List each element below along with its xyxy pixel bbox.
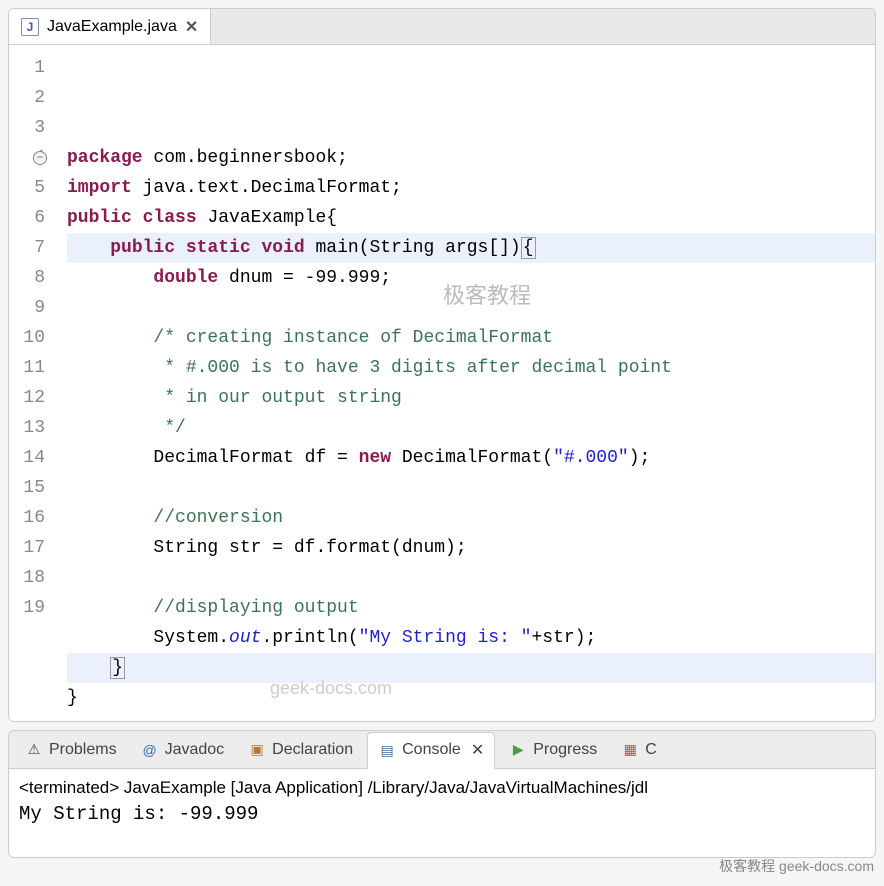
tab-label: Declaration — [272, 741, 353, 759]
console-icon: ▤ — [378, 741, 396, 759]
code-line[interactable]: * in our output string — [67, 383, 875, 413]
code-line[interactable]: //conversion — [67, 503, 875, 533]
tab-progress[interactable]: ▶ Progress — [499, 731, 607, 768]
code-line[interactable]: import java.text.DecimalFormat; — [67, 173, 875, 203]
tab-problems[interactable]: ⚠ Problems — [15, 731, 127, 768]
console-output: My String is: -99.999 — [19, 801, 865, 827]
tab-console[interactable]: ▤ Console ✕ — [367, 732, 495, 769]
code-line[interactable]: } — [67, 683, 875, 713]
bottom-tab-bar: ⚠ Problems @ Javadoc ▣ Declaration ▤ Con… — [9, 731, 875, 769]
problems-icon: ⚠ — [25, 741, 43, 759]
code-line[interactable]: */ — [67, 413, 875, 443]
code-line[interactable] — [67, 293, 875, 323]
tab-label: C — [645, 741, 657, 759]
code-line[interactable] — [67, 563, 875, 593]
code-line[interactable]: public class JavaExample{ — [67, 203, 875, 233]
javadoc-icon: @ — [141, 741, 159, 759]
code-line[interactable]: } — [67, 653, 875, 683]
code-line[interactable]: DecimalFormat df = new DecimalFormat("#.… — [67, 443, 875, 473]
code-line[interactable]: String str = df.format(dnum); — [67, 533, 875, 563]
tab-label: Progress — [533, 741, 597, 759]
tab-javadoc[interactable]: @ Javadoc — [131, 731, 235, 768]
code-area[interactable]: 1234−5678910111213141516171819 极客教程 pack… — [9, 45, 875, 721]
tab-label: Javadoc — [165, 741, 225, 759]
close-icon[interactable]: ✕ — [471, 740, 484, 760]
console-status: <terminated> JavaExample [Java Applicati… — [19, 775, 865, 801]
fold-toggle-icon[interactable]: − — [33, 151, 47, 165]
tab-declaration[interactable]: ▣ Declaration — [238, 731, 363, 768]
declaration-icon: ▣ — [248, 741, 266, 759]
code-line[interactable]: //displaying output — [67, 593, 875, 623]
code-content[interactable]: 极客教程 package com.beginnersbook;import ja… — [53, 45, 875, 721]
watermark-text: 极客教程 geek-docs.com — [719, 856, 874, 876]
tab-label: Problems — [49, 741, 117, 759]
tab-coverage[interactable]: ▦ C — [611, 731, 667, 768]
code-line[interactable]: * #.000 is to have 3 digits after decima… — [67, 353, 875, 383]
tab-label: Console — [402, 741, 461, 759]
code-line[interactable]: /* creating instance of DecimalFormat — [67, 323, 875, 353]
progress-icon: ▶ — [509, 741, 527, 759]
code-line[interactable]: double dnum = -99.999; — [67, 263, 875, 293]
java-file-icon: J — [21, 18, 39, 36]
editor-tab-filename: JavaExample.java — [47, 18, 177, 36]
code-line[interactable]: public static void main(String args[]){ — [67, 233, 875, 263]
code-line[interactable]: package com.beginnersbook; — [67, 143, 875, 173]
editor-tab-bar: J JavaExample.java ✕ — [9, 9, 875, 45]
code-line[interactable]: System.out.println("My String is: "+str)… — [67, 623, 875, 653]
editor-panel: J JavaExample.java ✕ 1234−56789101112131… — [8, 8, 876, 722]
code-line[interactable] — [67, 473, 875, 503]
bottom-panel: ⚠ Problems @ Javadoc ▣ Declaration ▤ Con… — [8, 730, 876, 858]
close-icon[interactable]: ✕ — [185, 17, 198, 37]
coverage-icon: ▦ — [621, 741, 639, 759]
editor-tab-javaexample[interactable]: J JavaExample.java ✕ — [9, 9, 211, 44]
line-number-gutter: 1234−5678910111213141516171819 — [9, 45, 53, 721]
console-body: <terminated> JavaExample [Java Applicati… — [9, 769, 875, 857]
